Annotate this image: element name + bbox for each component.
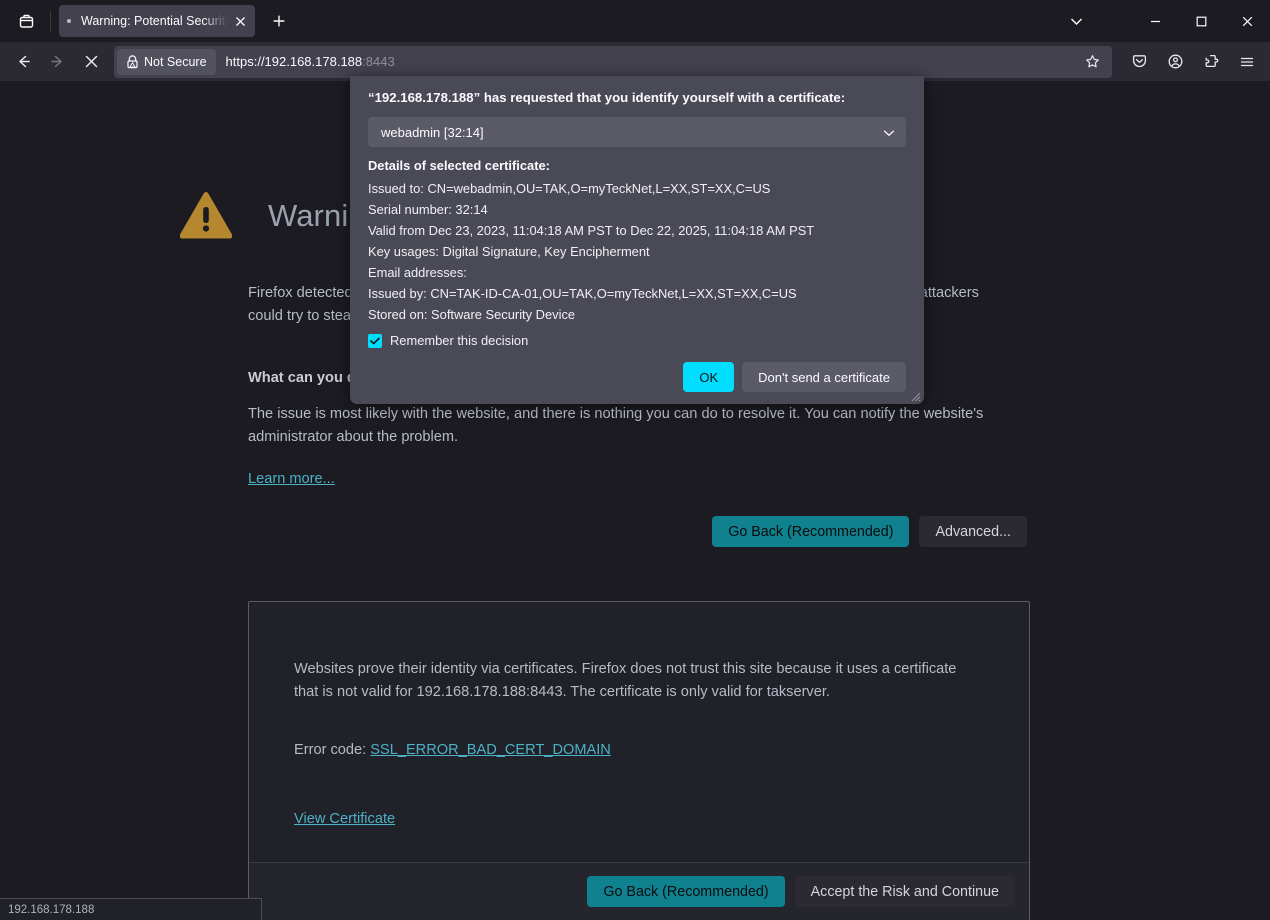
error-code-line: Error code: SSL_ERROR_BAD_CERT_DOMAIN xyxy=(294,742,984,758)
client-certificate-dialog: “192.168.178.188” has requested that you… xyxy=(350,76,924,404)
lock-warning-icon xyxy=(127,54,138,68)
advanced-panel-footer: Go Back (Recommended) Accept the Risk an… xyxy=(249,862,1029,920)
status-bar: 192.168.178.188 xyxy=(0,898,262,920)
detail-email-addresses: Email addresses: xyxy=(368,265,467,280)
what-can-you-do-text: The issue is most likely with the websit… xyxy=(248,406,984,445)
stop-button[interactable] xyxy=(74,46,108,78)
dialog-resize-grip[interactable] xyxy=(909,389,921,402)
app-menu-icon[interactable] xyxy=(1230,46,1264,78)
browser-tab[interactable]: Warning: Potential Security Risk Ahead xyxy=(59,5,255,37)
not-secure-label: Not Secure xyxy=(144,54,207,69)
remember-decision-checkbox[interactable] xyxy=(368,333,382,348)
tab-separator xyxy=(50,11,51,31)
detail-issued-by: Issued by: CN=TAK-ID-CA-01,OU=TAK,O=myTe… xyxy=(368,286,797,301)
tab-title: Warning: Potential Security Risk Ahead xyxy=(81,14,229,28)
remember-decision-row[interactable]: Remember this decision xyxy=(368,333,906,348)
chevron-down-icon xyxy=(883,125,895,140)
back-button[interactable] xyxy=(6,46,40,78)
new-tab-button[interactable] xyxy=(263,6,295,36)
titlebar-right-group xyxy=(1056,0,1270,42)
advanced-go-back-button[interactable]: Go Back (Recommended) xyxy=(587,876,785,907)
detail-serial-number: Serial number: 32:14 xyxy=(368,202,488,217)
checkmark-icon xyxy=(370,337,380,344)
primary-button-row: Go Back (Recommended) Advanced... xyxy=(248,516,1027,547)
accept-risk-button[interactable]: Accept the Risk and Continue xyxy=(794,876,1015,907)
extensions-icon[interactable] xyxy=(1194,46,1228,78)
not-secure-badge[interactable]: Not Secure xyxy=(117,48,216,75)
certificate-explanation: Websites prove their identity via certif… xyxy=(294,661,957,700)
window-close-button[interactable] xyxy=(1224,0,1270,42)
view-certificate-link[interactable]: View Certificate xyxy=(294,811,395,827)
url-bar[interactable]: Not Secure 192.168.178.188 https://192.1… xyxy=(114,45,1112,78)
pocket-icon[interactable] xyxy=(1122,46,1156,78)
advanced-button[interactable]: Advanced... xyxy=(919,516,1027,547)
window-maximize-button[interactable] xyxy=(1178,0,1224,42)
detail-validity: Valid from Dec 23, 2023, 11:04:18 AM PST… xyxy=(368,223,815,238)
warning-triangle-icon xyxy=(179,192,233,240)
advanced-panel-inner: Websites prove their identity via certif… xyxy=(249,602,1029,828)
certificate-select[interactable]: webadmin [32:14] xyxy=(368,117,906,147)
firefox-view-icon[interactable] xyxy=(8,6,44,36)
detail-issued-to: Issued to: CN=webadmin,OU=TAK,O=myTeckNe… xyxy=(368,181,771,196)
toolbar-icon-group xyxy=(1122,46,1264,78)
tab-bar: Warning: Potential Security Risk Ahead xyxy=(0,0,1270,42)
tab-loading-dot xyxy=(67,19,71,23)
account-icon[interactable] xyxy=(1158,46,1192,78)
remember-decision-label: Remember this decision xyxy=(390,333,529,348)
certificate-select-value: webadmin [32:14] xyxy=(381,124,484,140)
forward-button[interactable] xyxy=(40,46,74,78)
dialog-title: “192.168.178.188” has requested that you… xyxy=(368,90,846,105)
go-back-button[interactable]: Go Back (Recommended) xyxy=(712,516,910,547)
error-code-label: Error code: xyxy=(294,742,371,758)
url-text[interactable]: 192.168.178.188 https://192.168.178.188:… xyxy=(226,54,1076,69)
learn-more-link[interactable]: Learn more... xyxy=(248,471,335,487)
details-heading: Details of selected certificate: xyxy=(368,158,550,173)
status-bar-text: 192.168.178.188 xyxy=(8,903,95,916)
close-icon[interactable] xyxy=(231,12,249,30)
detail-stored-on: Stored on: Software Security Device xyxy=(368,307,576,322)
view-certificate-row: View Certificate xyxy=(294,810,984,828)
dialog-button-row: OK Don't send a certificate xyxy=(368,348,906,404)
bookmark-star-icon[interactable] xyxy=(1076,47,1108,76)
detail-key-usages: Key usages: Digital Signature, Key Encip… xyxy=(368,244,650,259)
window-minimize-button[interactable] xyxy=(1132,0,1178,42)
list-all-tabs-chevron-down-icon[interactable] xyxy=(1056,5,1096,37)
dialog-dont-send-button[interactable]: Don't send a certificate xyxy=(742,362,906,392)
error-code-link[interactable]: SSL_ERROR_BAD_CERT_DOMAIN xyxy=(370,742,611,758)
advanced-panel: Websites prove their identity via certif… xyxy=(248,601,1030,920)
dialog-ok-button[interactable]: OK xyxy=(683,362,735,392)
